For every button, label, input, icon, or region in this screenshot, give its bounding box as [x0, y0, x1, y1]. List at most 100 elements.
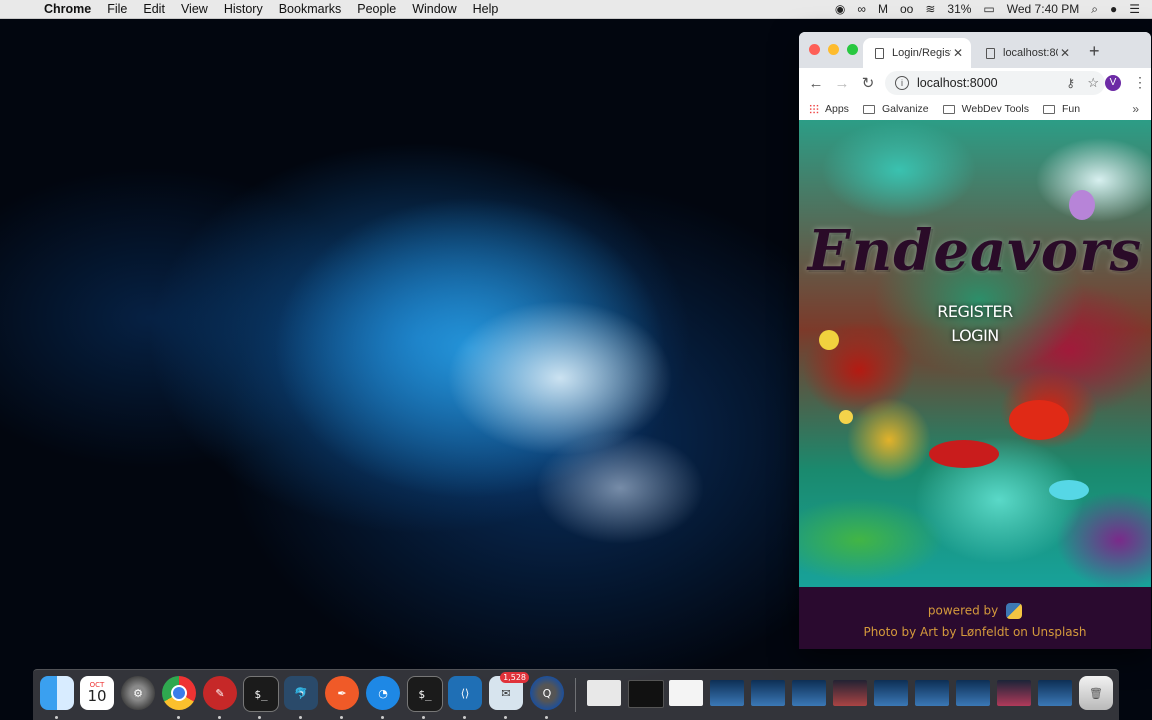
- minimized-window-thumbnail[interactable]: [792, 680, 826, 706]
- page-footer: powered by Photo by Art by Lønfeldt on U…: [799, 587, 1151, 649]
- bookmark-galvanize[interactable]: Galvanize: [862, 103, 929, 115]
- menu-file[interactable]: File: [107, 2, 127, 16]
- paint-blob: [1009, 400, 1069, 440]
- dock: OCT 10 ⚙ ✎ $_ 🐬 ✒ ◔ $_ ⟨⟩ ✉ 1,528 Q 🗑: [33, 669, 1119, 720]
- close-window-button[interactable]: [809, 44, 820, 55]
- siri-icon[interactable]: ●: [1110, 2, 1117, 16]
- glasses-icon[interactable]: oo: [900, 2, 913, 16]
- forward-icon[interactable]: →: [829, 75, 855, 92]
- paint-blob: [1049, 480, 1089, 500]
- running-indicator: [218, 716, 221, 719]
- calendar-icon[interactable]: OCT 10: [80, 676, 114, 710]
- login-link[interactable]: LOGIN: [799, 326, 1151, 345]
- menu-app-name[interactable]: Chrome: [44, 2, 91, 16]
- menu-bookmarks[interactable]: Bookmarks: [279, 2, 342, 16]
- mail-icon[interactable]: ✉ 1,528: [489, 672, 529, 710]
- chrome-window: Login/Regist ✕ localhost:80 ✕ + ← → ↻ i …: [799, 32, 1151, 649]
- tab-login-register[interactable]: Login/Regist ✕: [863, 38, 971, 68]
- bookmarks-bar: Apps Galvanize WebDev Tools Fun »: [799, 98, 1151, 121]
- clock[interactable]: Wed 7:40 PM: [1007, 2, 1079, 16]
- folder-icon: [942, 104, 955, 114]
- iterm-icon[interactable]: $_: [407, 676, 443, 712]
- chrome-icon[interactable]: [162, 676, 196, 710]
- tab-localhost[interactable]: localhost:80 ✕: [974, 38, 1078, 68]
- zoom-window-button[interactable]: [847, 44, 858, 55]
- minimized-window-thumbnail[interactable]: [1038, 680, 1072, 706]
- register-link[interactable]: REGISTER: [799, 302, 1151, 321]
- paint-blob: [929, 440, 999, 468]
- battery-percent[interactable]: 31%: [947, 2, 971, 16]
- menu-kebab-icon[interactable]: ⋮: [1133, 74, 1147, 91]
- mysql-workbench-icon[interactable]: 🐬: [284, 676, 318, 710]
- site-info-icon[interactable]: i: [895, 76, 909, 90]
- close-tab-icon[interactable]: ✕: [1058, 46, 1072, 60]
- calendar-day: 10: [87, 687, 107, 705]
- menu-window[interactable]: Window: [412, 2, 456, 16]
- key-icon[interactable]: ⚷: [1066, 76, 1075, 90]
- wifi-icon[interactable]: ≋: [925, 2, 935, 16]
- vscode-icon[interactable]: ⟨⟩: [448, 676, 482, 710]
- minimized-window-thumbnail[interactable]: [833, 680, 867, 706]
- finder-icon[interactable]: [40, 676, 74, 710]
- bookmark-label: Galvanize: [881, 103, 929, 115]
- status-icon[interactable]: ◉: [835, 2, 845, 16]
- postman-icon[interactable]: ✎: [203, 676, 237, 710]
- battery-icon[interactable]: ▭: [983, 2, 994, 16]
- trash-icon[interactable]: 🗑: [1079, 676, 1113, 710]
- photo-credit[interactable]: Photo by Art by Lønfeldt on Unsplash: [799, 625, 1151, 639]
- minimized-window-thumbnail[interactable]: [628, 680, 664, 708]
- menu-people[interactable]: People: [357, 2, 396, 16]
- bookmark-fun[interactable]: Fun: [1042, 103, 1081, 115]
- brand-title: Endeavors: [807, 218, 1143, 284]
- creative-cloud-icon[interactable]: ∞: [857, 2, 866, 16]
- minimized-window-thumbnail[interactable]: [587, 680, 621, 706]
- back-icon[interactable]: ←: [803, 75, 829, 92]
- minimize-window-button[interactable]: [828, 44, 839, 55]
- quicktime-icon[interactable]: Q: [530, 676, 564, 710]
- folder-icon: [1042, 104, 1055, 114]
- minimized-window-thumbnail[interactable]: [669, 680, 703, 706]
- time-tracker-icon[interactable]: ◔: [366, 676, 400, 710]
- sketch-app-icon[interactable]: ✒: [325, 676, 359, 710]
- page-icon: [875, 47, 884, 59]
- menu-history[interactable]: History: [224, 2, 263, 16]
- malwarebytes-icon[interactable]: M: [878, 2, 888, 16]
- dock-separator: [575, 678, 576, 712]
- menu-help[interactable]: Help: [473, 2, 499, 16]
- menu-view[interactable]: View: [181, 2, 208, 16]
- menu-edit[interactable]: Edit: [143, 2, 165, 16]
- spotlight-search-icon[interactable]: ⌕: [1091, 2, 1098, 17]
- hero-background-image: Endeavors REGISTER LOGIN: [799, 120, 1151, 587]
- terminal-icon[interactable]: $_: [243, 676, 279, 712]
- running-indicator: [504, 716, 507, 719]
- minimized-window-thumbnail[interactable]: [751, 680, 785, 706]
- tab-strip: Login/Regist ✕ localhost:80 ✕ +: [799, 32, 1151, 68]
- apps-grid-icon: [809, 104, 819, 114]
- running-indicator: [55, 716, 58, 719]
- running-indicator: [340, 716, 343, 719]
- bookmark-label: Fun: [1061, 103, 1081, 115]
- minimized-window-thumbnail[interactable]: [915, 680, 949, 706]
- profile-avatar[interactable]: V: [1105, 75, 1121, 91]
- bookmark-webdev-tools[interactable]: WebDev Tools: [942, 103, 1029, 115]
- new-tab-button[interactable]: +: [1089, 41, 1100, 62]
- running-indicator: [463, 716, 466, 719]
- paint-blob: [1069, 190, 1095, 220]
- bookmark-apps[interactable]: Apps: [809, 103, 849, 115]
- reload-icon[interactable]: ↻: [855, 74, 881, 92]
- mail-badge: 1,528: [500, 672, 529, 683]
- address-bar[interactable]: i localhost:8000 ⚷ ☆: [885, 71, 1105, 95]
- minimized-window-thumbnail[interactable]: [997, 680, 1031, 706]
- powered-by-line: powered by: [799, 603, 1151, 619]
- minimized-window-thumbnail[interactable]: [710, 680, 744, 706]
- close-tab-icon[interactable]: ✕: [951, 46, 965, 60]
- window-controls: [809, 44, 858, 55]
- bookmarks-overflow[interactable]: »: [1132, 102, 1139, 116]
- minimized-window-thumbnail[interactable]: [874, 680, 908, 706]
- system-preferences-icon[interactable]: ⚙: [121, 676, 155, 710]
- notification-center-icon[interactable]: ☰: [1129, 2, 1140, 16]
- minimized-window-thumbnail[interactable]: [956, 680, 990, 706]
- bookmark-star-icon[interactable]: ☆: [1087, 75, 1099, 91]
- folder-icon: [862, 104, 875, 114]
- tab-title: localhost:80: [1003, 47, 1058, 59]
